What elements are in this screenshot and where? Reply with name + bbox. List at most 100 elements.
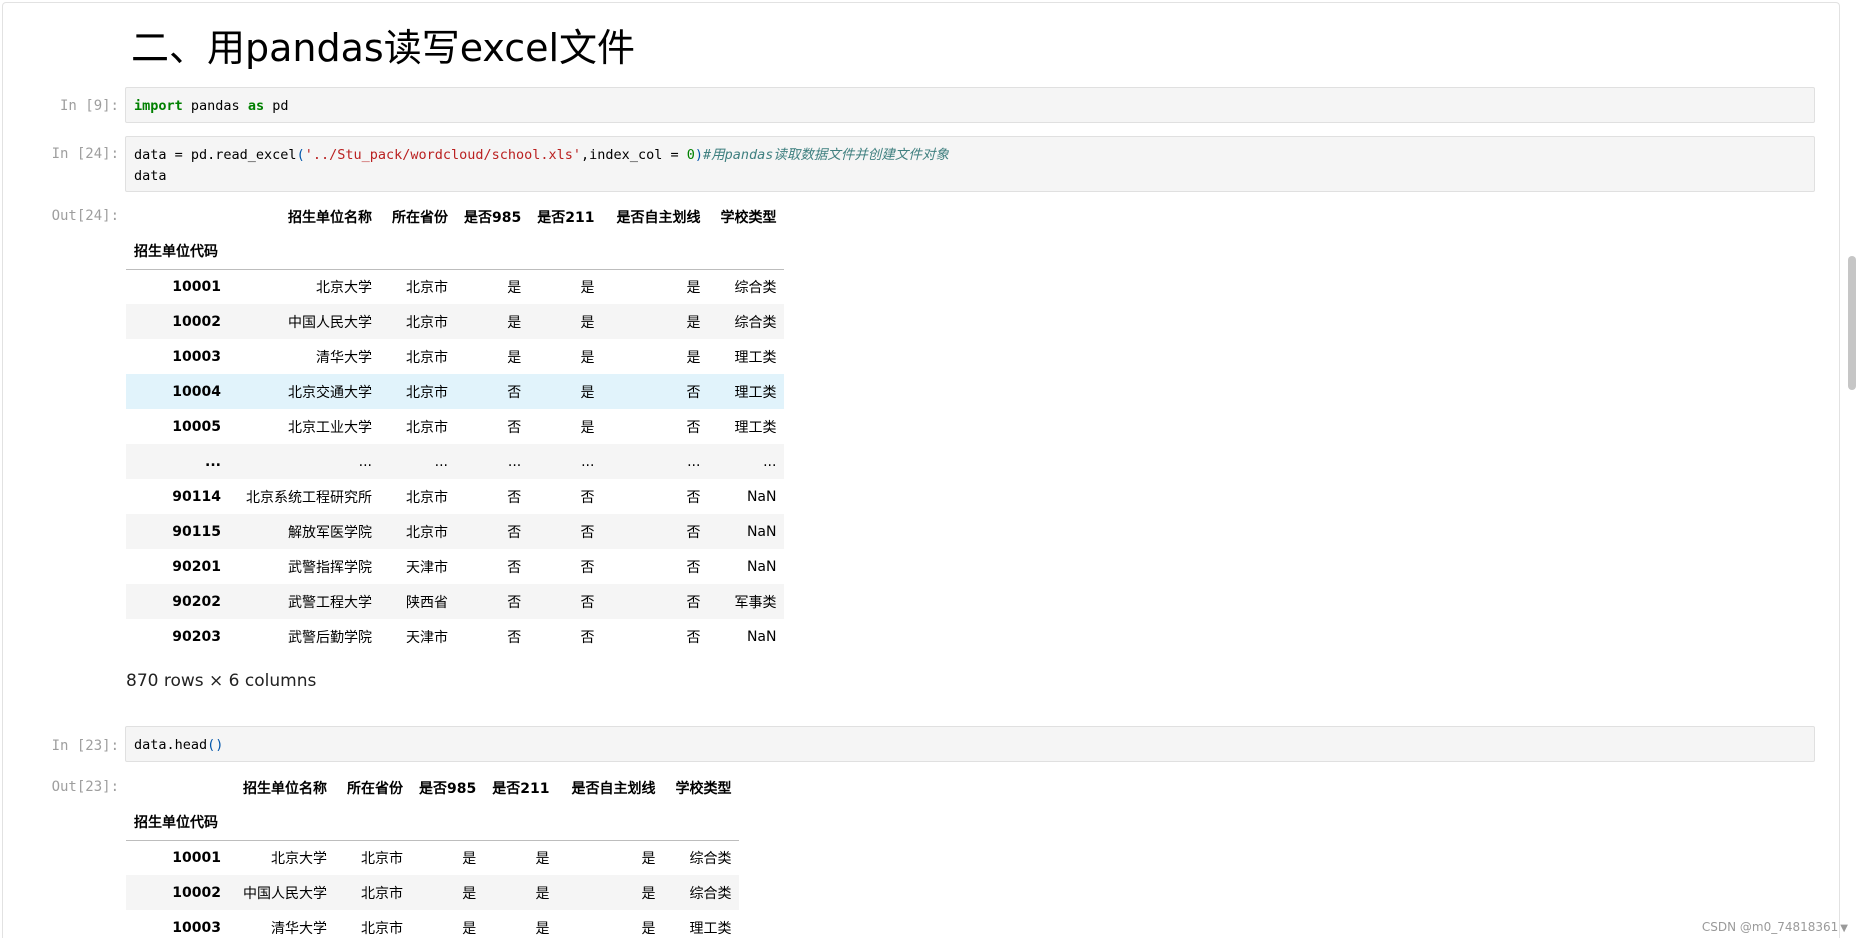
row-index: 90201: [172, 558, 221, 575]
column-header: 招生单位名称: [288, 209, 372, 226]
table-cell: 否: [686, 489, 701, 506]
row-index: 90202: [172, 593, 221, 610]
table-cell: 是: [507, 349, 522, 366]
table-cell: 理工类: [734, 419, 777, 436]
table-row: 10003 清华大学 北京市 是 是 是 理工类: [126, 339, 784, 374]
table-cell: 是: [641, 885, 656, 902]
table-cell: 北京市: [406, 349, 448, 366]
row-index: 10003: [172, 348, 221, 365]
code-cell-import[interactable]: import pandas as pd: [125, 87, 1815, 123]
table-row: 90114 北京系统工程研究所 北京市 否 否 否 NaN: [126, 479, 784, 514]
table-cell: 否: [507, 594, 522, 611]
row-index: 10001: [172, 278, 221, 295]
table-cell: 否: [686, 594, 701, 611]
table-cell: ...: [358, 453, 372, 470]
table-cell: 是: [462, 920, 477, 937]
code-text: data.head: [134, 737, 208, 753]
index-name-row: 招生单位代码: [126, 805, 740, 840]
table-cell: 北京系统工程研究所: [246, 489, 372, 506]
table-cell: 武警工程大学: [288, 594, 372, 611]
column-header: 是否211: [492, 780, 550, 797]
table-cell: NaN: [746, 523, 777, 540]
table-row: 90202 武警工程大学 陕西省 否 否 否 军事类: [126, 584, 785, 619]
table-cell: ...: [581, 453, 595, 470]
keyword-as: as: [247, 98, 265, 114]
code-text: data = pd.read_excel: [134, 147, 297, 163]
table-cell: 综合类: [689, 850, 732, 867]
table-cell: 综合类: [734, 314, 777, 331]
row-index: 10001: [172, 849, 221, 866]
table-cell: 理工类: [734, 349, 777, 366]
table-cell: 是: [580, 419, 595, 436]
table-row-highlighted: 10004 北京交通大学 北京市 否 是 否 理工类: [126, 374, 785, 409]
table-cell: 否: [580, 559, 595, 576]
code-number: 0: [686, 147, 695, 163]
column-header: 是否211: [537, 209, 595, 226]
table-row: 90115 解放军医学院 北京市 否 否 否 NaN: [126, 514, 785, 549]
table-cell: 是: [535, 885, 550, 902]
caret-down-icon: ▼: [1840, 923, 1848, 934]
output-prompt-24: Out[24]:: [51, 208, 119, 224]
row-index: 10002: [172, 884, 221, 901]
table-cell: NaN: [746, 628, 777, 645]
code-text: ,index_col =: [581, 147, 687, 163]
table-row: 10003 清华大学 北京市 是 是 是 理工类: [126, 910, 739, 938]
column-header: 是否自主划线: [571, 780, 656, 797]
table-cell: 是: [462, 850, 477, 867]
table-row: 10005 北京工业大学 北京市 否 是 否 理工类: [126, 409, 784, 444]
table-cell: NaN: [746, 558, 777, 575]
column-header: 招生单位名称: [243, 780, 327, 797]
table-cell: 否: [686, 419, 701, 436]
column-header: 学校类型: [720, 209, 777, 226]
column-header-row: 招生单位名称 所在省份 是否985 是否211 是否自主划线 学校类型: [126, 199, 784, 234]
table-cell: 北京市: [406, 279, 448, 296]
table-row: 10001 北京大学 北京市 是 是 是 综合类: [126, 269, 784, 304]
table-cell: 天津市: [406, 559, 448, 576]
table-cell: 理工类: [689, 920, 732, 937]
table-cell: 否: [507, 489, 522, 506]
row-index: 90115: [172, 523, 221, 540]
table-cell: 是: [580, 314, 595, 331]
table-cell: 是: [641, 920, 656, 937]
table-cell: 北京市: [406, 524, 448, 541]
notebook-page: 二、用pandas读写excel文件 In [9]: import pandas…: [2, 2, 1840, 938]
table-cell: 武警后勤学院: [288, 629, 372, 646]
table-row: 90201 武警指挥学院 天津市 否 否 否 NaN: [126, 549, 784, 584]
code-paren: ): [694, 147, 703, 163]
vertical-scrollbar[interactable]: [1842, 2, 1860, 938]
code-string: '../Stu_pack/wordcloud/school.xls': [304, 147, 582, 163]
table-cell: 北京市: [406, 384, 448, 401]
column-header-row: 招生单位名称 所在省份 是否985 是否211 是否自主划线 学校类型: [126, 770, 739, 805]
row-index: 10005: [172, 418, 221, 435]
table-cell: 否: [507, 384, 522, 401]
table-cell: ...: [763, 453, 777, 470]
watermark-text: CSDN @m0_74818361: [1701, 920, 1839, 934]
table-cell: 否: [580, 489, 595, 506]
table-cell: 综合类: [734, 279, 777, 296]
table-cell: 否: [580, 629, 595, 646]
table-cell: 北京市: [406, 419, 448, 436]
code-cell-read-excel[interactable]: data = pd.read_excel('../Stu_pack/wordcl…: [125, 136, 1815, 192]
table-cell: 否: [580, 594, 595, 611]
table-cell: ...: [687, 453, 701, 470]
table-cell: 武警指挥学院: [288, 559, 372, 576]
table-cell: 北京大学: [316, 279, 372, 296]
column-header: 所在省份: [347, 780, 403, 797]
row-index: 10003: [172, 919, 221, 936]
code-comment: #用pandas读取数据文件并创建文件对象: [703, 147, 949, 163]
table-cell: ...: [507, 453, 522, 470]
table-row: 10001 北京大学 北京市 是 是 是 综合类: [126, 840, 739, 875]
table-cell: 否: [507, 524, 522, 541]
table-cell: 是: [462, 885, 477, 902]
table-cell: 清华大学: [271, 920, 327, 937]
code-cell-head[interactable]: data.head(): [125, 726, 1815, 762]
table-cell: 陕西省: [406, 594, 448, 611]
index-name: 招生单位代码: [134, 244, 218, 261]
table-cell: 是: [507, 279, 522, 296]
table-cell: 否: [507, 419, 522, 436]
column-header: 学校类型: [675, 780, 732, 797]
table-cell: 否: [686, 629, 701, 646]
row-index: 10004: [172, 383, 221, 400]
scrollbar-thumb[interactable]: [1848, 256, 1856, 390]
keyword-import: import: [134, 98, 183, 114]
